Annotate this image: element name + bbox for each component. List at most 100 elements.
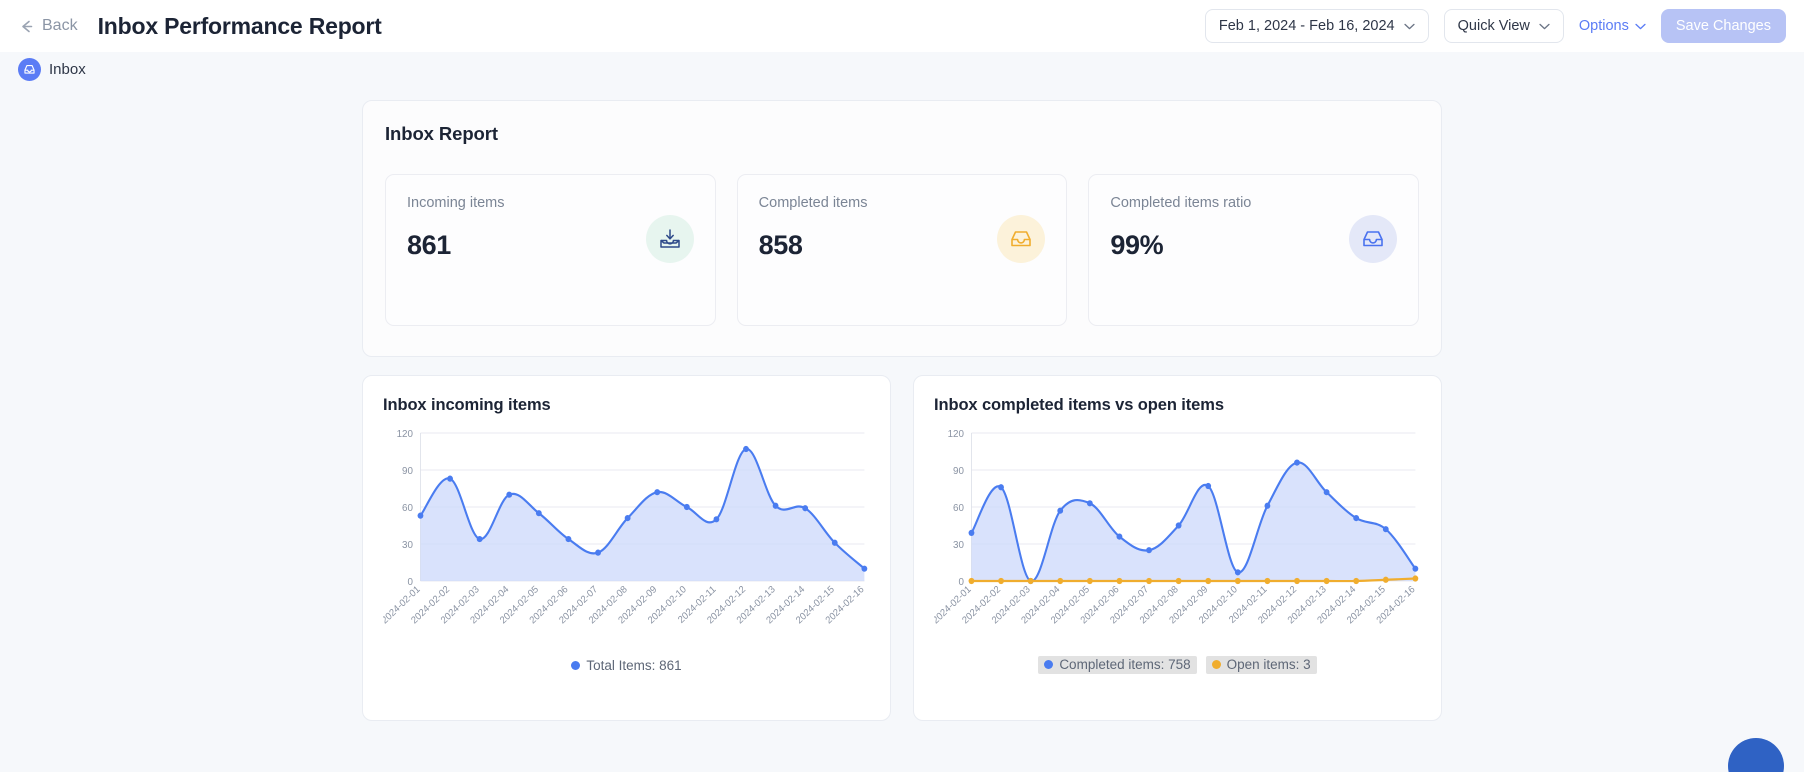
chevron-down-icon: [1403, 23, 1415, 29]
legend-label: Total Items: 861: [586, 657, 682, 673]
plot-area: 0 30 60 90 120 2024-02-01 2024-02-02 2024-02-03…: [383, 421, 870, 653]
data-point[interactable]: [968, 577, 975, 585]
options-label: Options: [1578, 18, 1629, 34]
data-point[interactable]: [595, 549, 601, 556]
data-point[interactable]: [1027, 577, 1034, 585]
data-point[interactable]: [1323, 489, 1330, 496]
chevron-down-icon: [1539, 23, 1550, 29]
data-point[interactable]: [1294, 459, 1300, 466]
legend-item[interactable]: Open items: 3: [1205, 656, 1317, 674]
y-axis-tick: 90: [402, 466, 413, 477]
date-range-label: Feb 1, 2024 - Feb 16, 2024: [1218, 18, 1395, 34]
data-point[interactable]: [1294, 577, 1300, 585]
app-page: Back Inbox Performance Report Feb 1, 202…: [0, 0, 1804, 772]
legend-item[interactable]: Total Items: 861: [571, 657, 682, 673]
inbox-download-icon: [645, 215, 694, 263]
data-point[interactable]: [1234, 577, 1241, 585]
page-title: Inbox Performance Report: [97, 12, 382, 39]
legend-label: Completed items: 758: [1059, 657, 1191, 672]
legend-label: Open items: 3: [1226, 657, 1311, 672]
data-point[interactable]: [831, 539, 838, 546]
legend-color-dot: [571, 660, 581, 670]
data-point[interactable]: [1205, 482, 1212, 490]
data-point[interactable]: [506, 491, 513, 498]
data-point[interactable]: [1353, 515, 1360, 522]
options-menu-button[interactable]: Options: [1579, 18, 1646, 34]
data-point[interactable]: [1412, 575, 1419, 582]
data-point[interactable]: [743, 445, 749, 453]
data-point[interactable]: [535, 510, 542, 517]
stat-label: Completed items ratio: [1110, 195, 1252, 211]
inbox-tray-icon: [18, 57, 41, 81]
data-point[interactable]: [447, 475, 453, 482]
data-point[interactable]: [802, 505, 809, 512]
data-point[interactable]: [1057, 507, 1064, 514]
data-point[interactable]: [654, 489, 661, 496]
data-point[interactable]: [1175, 522, 1182, 529]
stat-card-row: Incoming items 861 Completed items 858 C…: [385, 174, 1420, 326]
legend-color-dot: [1044, 660, 1054, 669]
quick-view-label: Quick View: [1457, 18, 1530, 34]
chart-legend: Total Items: 861: [383, 655, 870, 675]
legend-item[interactable]: Completed items: 758: [1038, 656, 1197, 674]
data-point[interactable]: [1205, 577, 1212, 585]
date-range-selector[interactable]: Feb 1, 2024 - Feb 16, 2024: [1204, 9, 1429, 43]
stat-label: Incoming items: [407, 195, 505, 211]
data-point[interactable]: [624, 515, 631, 522]
data-point[interactable]: [1146, 547, 1152, 554]
data-point[interactable]: [1412, 565, 1419, 572]
stat-card-completed-items-ratio: Completed items ratio 99%: [1088, 174, 1420, 326]
data-point[interactable]: [713, 516, 720, 523]
chevron-down-icon: [1635, 23, 1646, 29]
data-point[interactable]: [1264, 577, 1271, 585]
data-point[interactable]: [1264, 502, 1271, 509]
top-bar: Back Inbox Performance Report Feb 1, 202…: [0, 0, 1804, 52]
data-point[interactable]: [1323, 577, 1330, 585]
main-content: Inbox Report Incoming items 861 Complete…: [0, 86, 1804, 721]
inbox-report-panel: Inbox Report Incoming items 861 Complete…: [362, 100, 1442, 357]
inbox-tray-icon: [997, 215, 1046, 263]
data-point[interactable]: [772, 502, 779, 509]
data-point[interactable]: [1382, 576, 1389, 583]
data-point[interactable]: [1175, 577, 1182, 585]
chart-title: Inbox incoming items: [383, 396, 551, 414]
y-axis-tick: 30: [953, 540, 964, 551]
data-point[interactable]: [1146, 577, 1152, 585]
data-point[interactable]: [1086, 577, 1093, 585]
data-point[interactable]: [1116, 577, 1123, 585]
data-point[interactable]: [683, 503, 690, 511]
data-point[interactable]: [998, 484, 1004, 491]
data-point[interactable]: [1382, 526, 1389, 533]
data-point[interactable]: [1057, 577, 1064, 585]
panel-title: Inbox Report: [385, 123, 498, 144]
quick-view-selector[interactable]: Quick View: [1443, 9, 1564, 43]
y-axis-tick: 60: [402, 503, 413, 514]
data-point[interactable]: [417, 512, 424, 519]
chart-card-inbox-incoming-items: Inbox incoming items 0 30 60 90 120 2024-02-0…: [362, 375, 891, 721]
data-point[interactable]: [1353, 577, 1360, 585]
data-point[interactable]: [861, 565, 868, 572]
chat-bubble-button[interactable]: [1728, 738, 1784, 772]
back-button[interactable]: Back: [18, 17, 82, 35]
data-point[interactable]: [565, 535, 572, 543]
back-label: Back: [42, 17, 78, 34]
chart-card-inbox-completed-vs-open: Inbox completed items vs open items 0 30 6…: [913, 375, 1442, 721]
y-axis-tick: 120: [397, 429, 414, 440]
stat-card-incoming-items: Incoming items 861: [385, 174, 716, 326]
y-axis-tick: 30: [402, 540, 413, 551]
data-point[interactable]: [998, 577, 1004, 585]
inbox-tray-icon: [1349, 215, 1398, 263]
data-point[interactable]: [968, 529, 975, 536]
chart-title: Inbox completed items vs open items: [934, 396, 1224, 414]
charts-row: Inbox incoming items 0 30 60 90 120 2024-02-0…: [362, 375, 1442, 721]
line-area-chart: 03060901202024-02-012024-02-022024-02-03…: [383, 429, 868, 626]
data-point[interactable]: [1086, 500, 1093, 507]
breadcrumb[interactable]: Inbox: [12, 52, 86, 86]
data-point[interactable]: [1234, 569, 1241, 576]
save-changes-button[interactable]: Save Changes: [1660, 9, 1786, 43]
legend-color-dot: [1211, 660, 1221, 669]
y-axis-tick: 120: [948, 429, 965, 440]
y-axis-tick: 60: [953, 503, 964, 514]
data-point[interactable]: [476, 535, 483, 543]
data-point[interactable]: [1116, 533, 1123, 540]
